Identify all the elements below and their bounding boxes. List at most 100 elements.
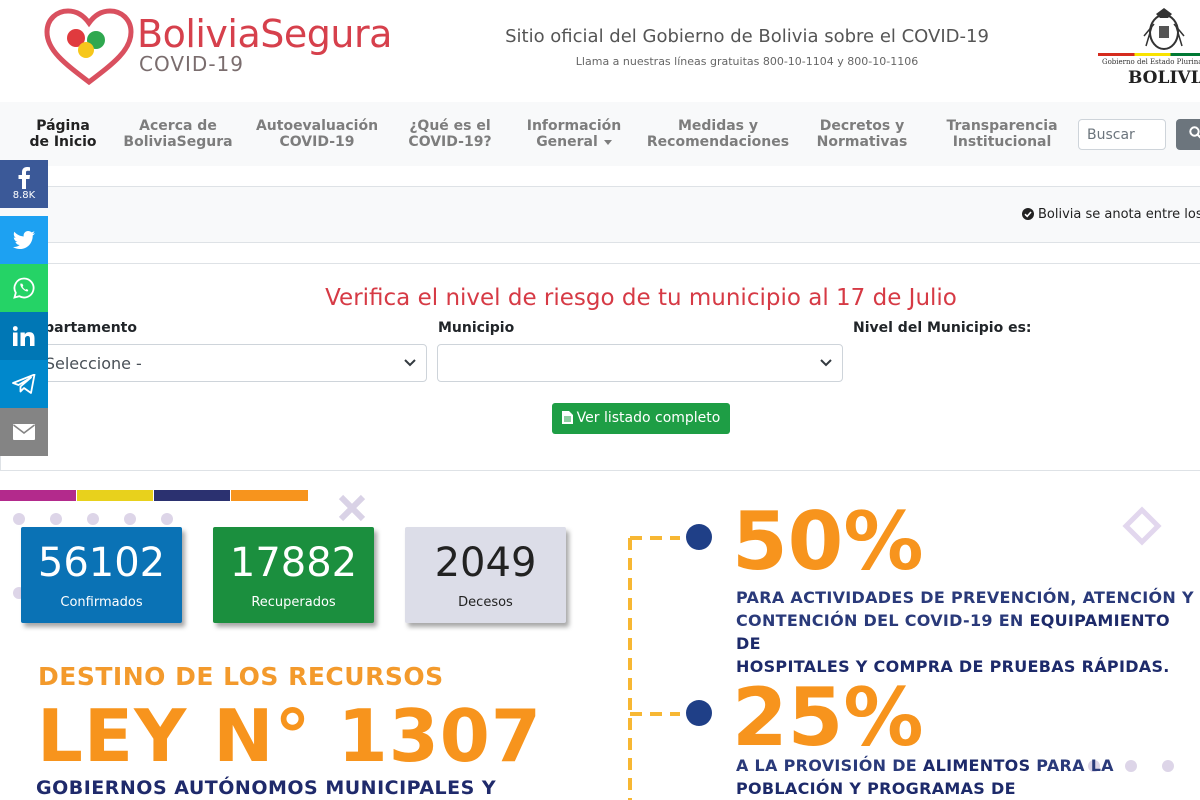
nav-label: Transparencia	[946, 118, 1058, 134]
nav-item-inicio[interactable]: Página de Inicio	[22, 118, 104, 150]
nav-label: Acerca de	[139, 118, 217, 134]
nav-item-que-es[interactable]: ¿Qué es el COVID-19?	[397, 118, 503, 150]
main-navbar: Página de Inicio Acerca de BoliviaSegura…	[0, 102, 1200, 166]
percent-50-desc: PARA ACTIVIDADES DE PREVENCIÓN, ATENCIÓN…	[736, 586, 1200, 678]
flag-stripe	[1098, 53, 1200, 56]
desc-emphasis: ALIMENTOS	[922, 756, 1031, 775]
stat-value: 2049	[434, 540, 537, 586]
linkedin-share-button[interactable]	[0, 312, 48, 360]
color-stripe	[77, 490, 153, 501]
ver-listado-label: Ver listado completo	[576, 410, 721, 426]
nav-label: General	[536, 134, 598, 150]
x-decoration-icon	[338, 494, 366, 522]
decoration-dot	[1162, 760, 1174, 772]
header-subtitle: Llama a nuestras líneas gratuitas 800-10…	[575, 55, 919, 68]
color-stripe	[0, 490, 76, 501]
twitter-share-button[interactable]	[0, 216, 48, 264]
telegram-share-button[interactable]	[0, 360, 48, 408]
nav-label: de Inicio	[29, 134, 97, 150]
law-title: LEY N° 1307	[37, 694, 542, 778]
ver-listado-button[interactable]: Ver listado completo	[552, 403, 730, 434]
nav-label: Información	[526, 118, 622, 134]
nav-item-decretos[interactable]: Decretos y Normativas	[806, 118, 918, 150]
percent-50: 50%	[732, 495, 924, 588]
search-button[interactable]	[1176, 119, 1200, 150]
ticker-item[interactable]: Bolivia se anota entre los	[1022, 207, 1200, 222]
departamento-value: - Seleccione -	[34, 354, 142, 373]
decoration-dot	[87, 513, 99, 525]
timeline-dot	[686, 700, 712, 726]
decoration-dot	[13, 513, 25, 525]
stat-label: Recuperados	[251, 595, 336, 610]
timeline-dot	[686, 524, 712, 550]
nav-item-informacion-dropdown[interactable]: Información General	[514, 118, 634, 150]
nav-label: Decretos y	[819, 118, 905, 134]
chevron-down-icon	[404, 359, 416, 367]
law-banner[interactable]: 56102 Confirmados 17882 Recuperados 2049…	[0, 490, 1200, 800]
telegram-icon	[12, 374, 36, 394]
decoration-dot	[161, 513, 173, 525]
nav-item-medidas[interactable]: Medidas y Recomendaciones	[642, 118, 794, 150]
banner-subheading: GOBIERNOS AUTÓNOMOS MUNICIPALES Y	[36, 777, 497, 799]
nivel-label: Nivel del Municipio es:	[853, 320, 1032, 336]
nav-label: Medidas y	[677, 118, 759, 134]
desc-emphasis: POBLACIÓN Y PROGRAMAS DE	[736, 779, 1016, 798]
nav-item-autoevaluacion[interactable]: Autoevaluación COVID-19	[251, 118, 383, 150]
risk-title: Verifica el nivel de riesgo de tu munici…	[325, 285, 957, 311]
stat-value: 56102	[37, 540, 166, 586]
file-icon	[561, 411, 573, 424]
heart-logo-icon[interactable]	[44, 8, 134, 86]
stat-card-confirmados: 56102 Confirmados	[21, 527, 182, 623]
brand-title[interactable]: BoliviaSegura	[137, 12, 392, 56]
check-circle-icon	[1022, 208, 1034, 220]
nav-label: COVID-19	[279, 134, 355, 150]
facebook-icon	[18, 167, 30, 189]
color-stripe	[231, 490, 308, 501]
coat-of-arms-icon	[1143, 8, 1185, 50]
nav-label: Página	[36, 118, 90, 134]
desc-line: CONTENCIÓN DEL COVID-19 EN	[736, 611, 1030, 630]
nav-label: Institucional	[952, 134, 1052, 150]
search-input[interactable]	[1078, 119, 1166, 150]
nav-label: Normativas	[816, 134, 908, 150]
nav-label: ¿Qué es el	[409, 118, 491, 134]
stat-card-recuperados: 17882 Recuperados	[213, 527, 374, 623]
brand-subtitle: COVID-19	[139, 52, 245, 76]
municipio-label: Municipio	[438, 320, 515, 336]
header-title: Sitio oficial del Gobierno de Bolivia so…	[505, 26, 989, 47]
stat-value: 17882	[229, 540, 358, 586]
nav-label: Recomendaciones	[646, 134, 790, 150]
desc-line: PARA LA	[1030, 756, 1114, 775]
twitter-icon	[13, 231, 35, 249]
whatsapp-icon	[13, 277, 35, 299]
ticker-text: Bolivia se anota entre los	[1038, 207, 1200, 222]
government-name: BOLIVIA	[1128, 68, 1200, 88]
banner-heading: DESTINO DE LOS RECURSOS	[38, 662, 444, 691]
nav-item-transparencia[interactable]: Transparencia Institucional	[936, 118, 1068, 150]
nav-label: COVID-19?	[408, 134, 492, 150]
email-icon	[13, 424, 35, 440]
stat-label: Decesos	[458, 595, 513, 610]
nav-item-acerca[interactable]: Acerca de BoliviaSegura	[115, 118, 241, 150]
timeline-line	[628, 536, 680, 800]
nav-label: BoliviaSegura	[123, 134, 233, 150]
whatsapp-share-button[interactable]	[0, 264, 48, 312]
government-logo: Gobierno del Estado Plurinacional de BOL…	[1098, 6, 1200, 90]
search-icon	[1189, 126, 1200, 139]
email-share-button[interactable]	[0, 408, 48, 456]
facebook-share-button[interactable]: 8.8K	[0, 160, 48, 208]
desc-line: PARA ACTIVIDADES DE PREVENCIÓN, ATENCIÓN…	[736, 588, 1194, 607]
news-ticker: Bolivia se anota entre los	[0, 186, 1200, 243]
caret-down-icon	[603, 139, 612, 145]
color-stripe	[154, 490, 230, 501]
stat-label: Confirmados	[60, 595, 143, 610]
municipio-select[interactable]	[437, 344, 843, 382]
departamento-select[interactable]: - Seleccione -	[21, 344, 427, 382]
site-header: BoliviaSegura COVID-19 Sitio oficial del…	[0, 0, 1200, 102]
government-label: Gobierno del Estado Plurinacional de	[1102, 58, 1200, 66]
stat-card-decesos: 2049 Decesos	[405, 527, 566, 623]
risk-checker-section: Verifica el nivel de riesgo de tu munici…	[0, 263, 1200, 471]
percent-25: 25%	[732, 671, 924, 764]
linkedin-icon	[13, 326, 35, 346]
decoration-dot	[124, 513, 136, 525]
